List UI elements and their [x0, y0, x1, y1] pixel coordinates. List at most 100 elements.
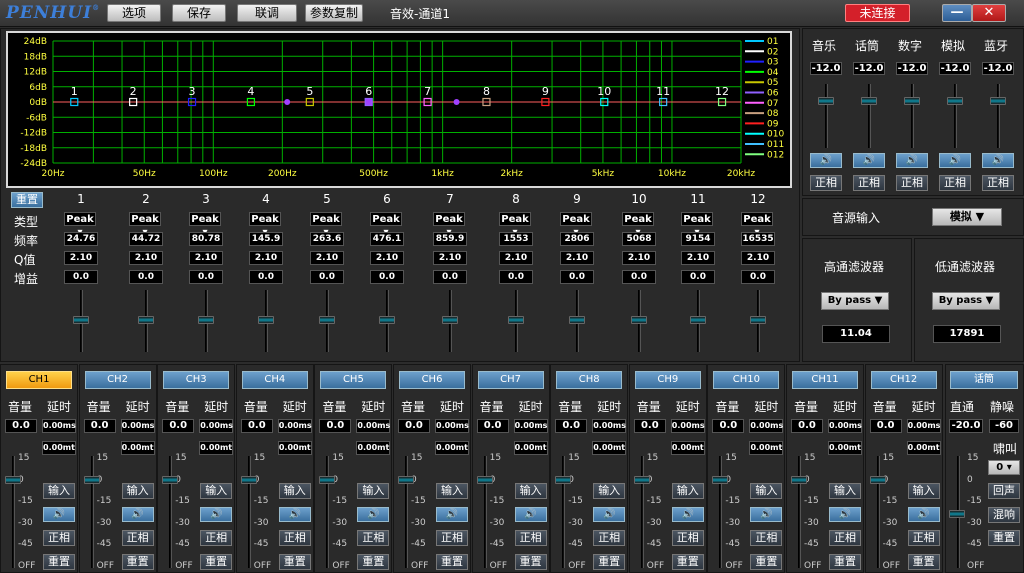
channel-reset-button[interactable]: 重置 — [671, 554, 704, 570]
input-button[interactable]: 输入 — [357, 483, 390, 499]
band-gain-field[interactable]: 0.0 — [310, 270, 344, 284]
channel-mute-button[interactable]: 🔊 — [671, 507, 704, 522]
band-q-field[interactable]: 2.10 — [741, 251, 775, 265]
volume-slider-thumb[interactable] — [398, 476, 414, 484]
input-button[interactable]: 输入 — [593, 483, 626, 499]
highpass-type-select[interactable]: By pass ▼ — [821, 292, 889, 310]
volume-value[interactable]: 0.0 — [319, 419, 352, 433]
channel-select-button[interactable]: CH11 — [792, 371, 858, 389]
source-slider-thumb[interactable] — [861, 97, 877, 105]
phase-button[interactable]: 正相 — [907, 530, 940, 546]
source-slider-thumb[interactable] — [990, 97, 1006, 105]
phase-button[interactable]: 正相 — [750, 530, 783, 546]
band-gain-field[interactable]: 0.0 — [433, 270, 467, 284]
band-type-select[interactable]: Peak ▾ — [310, 212, 342, 238]
channel-select-button[interactable]: CH8 — [556, 371, 623, 389]
band-q-field[interactable]: 2.10 — [189, 251, 223, 265]
band-gain-field[interactable]: 0.0 — [64, 270, 98, 284]
band-type-select[interactable]: Peak ▾ — [433, 212, 465, 238]
band-type-select[interactable]: Peak ▾ — [129, 212, 161, 238]
volume-value[interactable]: 0.0 — [633, 419, 666, 433]
band-gain-slider-thumb[interactable] — [379, 316, 395, 324]
speaker-mute-button[interactable]: 🔊 — [982, 153, 1014, 168]
channel-select-button[interactable]: CH2 — [84, 371, 151, 389]
eq-reset-button[interactable]: 重置 — [11, 192, 43, 208]
band-freq-field[interactable]: 16535 — [741, 232, 775, 246]
channel-reset-button[interactable]: 重置 — [278, 554, 311, 570]
volume-slider-thumb[interactable] — [319, 476, 336, 484]
volume-value[interactable]: 0.0 — [869, 419, 902, 433]
channel-reset-button[interactable]: 重置 — [43, 554, 75, 570]
source-level-value[interactable]: -12.0 — [810, 62, 842, 75]
delay-mt-value[interactable]: 0.00mt — [670, 441, 705, 455]
band-gain-field[interactable]: 0.0 — [681, 270, 715, 284]
channel-mute-button[interactable]: 🔊 — [593, 507, 626, 522]
delay-mt-value[interactable]: 0.00mt — [42, 441, 76, 455]
mic-reset-button[interactable]: 重置 — [988, 530, 1020, 546]
delay-ms-value[interactable]: 0.00ms — [513, 419, 548, 433]
volume-value[interactable]: 0.0 — [398, 419, 430, 433]
source-level-value[interactable]: -12.0 — [939, 62, 971, 75]
delay-ms-value[interactable]: 0.00ms — [199, 419, 234, 433]
band-q-field[interactable]: 2.10 — [64, 251, 98, 265]
band-gain-slider-thumb[interactable] — [508, 316, 524, 324]
band-freq-field[interactable]: 9154 — [681, 232, 715, 246]
band-freq-field[interactable]: 1553 — [499, 232, 533, 246]
volume-slider-track[interactable] — [90, 456, 94, 568]
band-freq-field[interactable]: 263.6 — [310, 232, 344, 246]
source-phase-button[interactable]: 正相 — [939, 175, 971, 191]
channel-select-button[interactable]: CH9 — [634, 371, 701, 389]
channel-mute-button[interactable]: 🔊 — [829, 507, 861, 522]
delay-mt-value[interactable]: 0.00mt — [513, 441, 548, 455]
delay-mt-value[interactable]: 0.00mt — [828, 441, 862, 455]
channel-mute-button[interactable]: 🔊 — [121, 507, 154, 522]
band-type-select[interactable]: Peak ▾ — [681, 212, 713, 238]
channel-select-button[interactable]: CH7 — [477, 371, 544, 389]
source-level-value[interactable]: -12.0 — [896, 62, 928, 75]
mic-button[interactable]: 话筒 — [950, 371, 1018, 389]
delay-ms-value[interactable]: 0.00ms — [356, 419, 391, 433]
channel-mute-button[interactable]: 🔊 — [357, 507, 390, 522]
band-type-select[interactable]: Peak ▾ — [622, 212, 654, 238]
band-q-field[interactable]: 2.10 — [560, 251, 594, 265]
channel-reset-button[interactable]: 重置 — [907, 554, 940, 570]
delay-ms-value[interactable]: 0.00ms — [906, 419, 941, 433]
volume-slider-track[interactable] — [562, 456, 566, 568]
volume-slider-thumb[interactable] — [791, 476, 807, 484]
volume-slider-thumb[interactable] — [83, 476, 100, 484]
direct-value[interactable]: -20.0 — [949, 419, 983, 433]
input-button[interactable]: 输入 — [121, 483, 154, 499]
band-gain-field[interactable]: 0.0 — [622, 270, 656, 284]
source-slider-thumb[interactable] — [904, 97, 920, 105]
delay-mt-value[interactable]: 0.00mt — [356, 441, 391, 455]
source-phase-button[interactable]: 正相 — [896, 175, 928, 191]
band-q-field[interactable]: 2.10 — [622, 251, 656, 265]
input-button[interactable]: 输入 — [43, 483, 75, 499]
volume-value[interactable]: 0.0 — [5, 419, 37, 433]
band-gain-field[interactable]: 0.0 — [741, 270, 775, 284]
delay-ms-value[interactable]: 0.00ms — [42, 419, 76, 433]
source-level-value[interactable]: -12.0 — [853, 62, 885, 75]
volume-slider-track[interactable] — [169, 456, 173, 568]
source-phase-button[interactable]: 正相 — [982, 175, 1014, 191]
input-button[interactable]: 输入 — [907, 483, 940, 499]
channel-mute-button[interactable]: 🔊 — [750, 507, 783, 522]
band-q-field[interactable]: 2.10 — [249, 251, 283, 265]
band-gain-slider-thumb[interactable] — [690, 316, 706, 324]
input-button[interactable]: 输入 — [750, 483, 783, 499]
band-type-select[interactable]: Peak ▾ — [249, 212, 281, 238]
channel-select-button[interactable]: CH12 — [870, 371, 937, 389]
phase-button[interactable]: 正相 — [436, 530, 468, 546]
band-type-select[interactable]: Peak ▾ — [189, 212, 221, 238]
volume-slider-track[interactable] — [12, 456, 15, 568]
band-type-select[interactable]: Peak ▾ — [741, 212, 773, 238]
volume-value[interactable]: 0.0 — [791, 419, 823, 433]
band-type-select[interactable]: Peak ▾ — [370, 212, 402, 238]
band-gain-field[interactable]: 0.0 — [499, 270, 533, 284]
reverb-button[interactable]: 混响 — [988, 507, 1020, 523]
band-freq-field[interactable]: 44.72 — [129, 232, 163, 246]
channel-reset-button[interactable]: 重置 — [514, 554, 547, 570]
delay-mt-value[interactable]: 0.00mt — [906, 441, 941, 455]
channel-reset-button[interactable]: 重置 — [357, 554, 390, 570]
phase-button[interactable]: 正相 — [357, 530, 390, 546]
